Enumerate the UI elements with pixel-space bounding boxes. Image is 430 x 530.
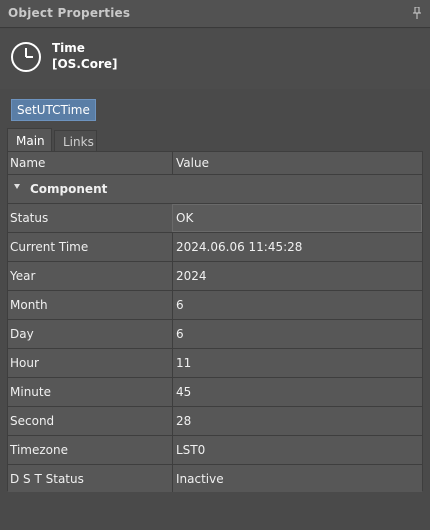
property-row-current-time[interactable]: Current Time 2024.06.06 11:45:28: [8, 233, 422, 262]
property-name: Month: [10, 298, 48, 312]
property-value: 11: [176, 356, 192, 370]
property-row-dst-status[interactable]: D S T Status Inactive: [8, 465, 422, 494]
property-value-cell[interactable]: [172, 262, 422, 290]
property-row-month[interactable]: Month 6: [8, 291, 422, 320]
property-row-year[interactable]: Year 2024: [8, 262, 422, 291]
property-value-cell[interactable]: [172, 291, 422, 319]
clock-icon: [11, 42, 41, 72]
property-grid: Name Value Component Status OK Current T…: [7, 151, 423, 494]
property-row-second[interactable]: Second 28: [8, 407, 422, 436]
property-value: 6: [176, 298, 184, 312]
property-name: Second: [10, 414, 55, 428]
property-name: Current Time: [10, 240, 89, 254]
property-value: 28: [176, 414, 192, 428]
property-value: 2024.06.06 11:45:28: [176, 240, 303, 254]
panel-title: Object Properties: [8, 6, 131, 20]
property-value: OK: [176, 211, 194, 225]
property-value-cell[interactable]: [172, 204, 422, 232]
panel-footer-area: [0, 492, 430, 530]
tab-links[interactable]: Links: [54, 130, 97, 152]
object-name: Time: [52, 41, 85, 55]
column-header-value[interactable]: Value: [176, 156, 209, 170]
column-divider[interactable]: [172, 152, 173, 175]
property-value: LST0: [176, 443, 206, 457]
panel-title-bar: Object Properties: [0, 0, 430, 28]
property-name: Hour: [10, 356, 39, 370]
property-row-day[interactable]: Day 6: [8, 320, 422, 349]
property-name: D S T Status: [10, 472, 84, 486]
property-value: 6: [176, 327, 184, 341]
property-row-hour[interactable]: Hour 11: [8, 349, 422, 378]
property-row-timezone[interactable]: Timezone LST0: [8, 436, 422, 465]
property-value-cell[interactable]: [172, 436, 422, 464]
column-header-name[interactable]: Name: [10, 156, 45, 170]
property-row-minute[interactable]: Minute 45: [8, 378, 422, 407]
object-type: [OS.Core]: [52, 57, 118, 71]
tab-main[interactable]: Main: [7, 128, 52, 152]
property-name: Day: [10, 327, 34, 341]
group-component[interactable]: Component: [8, 175, 422, 204]
property-name: Timezone: [10, 443, 68, 457]
property-name: Status: [10, 211, 49, 225]
set-utc-time-button[interactable]: SetUTCTime: [11, 99, 96, 121]
property-value-cell[interactable]: [172, 407, 422, 435]
group-label: Component: [30, 182, 108, 196]
property-value-cell[interactable]: [172, 378, 422, 406]
property-row-status[interactable]: Status OK: [8, 204, 422, 233]
property-name: Year: [10, 269, 36, 283]
expand-arrow-icon[interactable]: [14, 184, 20, 189]
property-name: Minute: [10, 385, 51, 399]
pin-icon[interactable]: [412, 7, 422, 19]
property-value: 2024: [176, 269, 207, 283]
object-header: Time [OS.Core]: [0, 29, 430, 89]
property-value: Inactive: [176, 472, 224, 486]
property-value-cell[interactable]: [172, 320, 422, 348]
property-value-cell[interactable]: [172, 349, 422, 377]
property-value: 45: [176, 385, 192, 399]
grid-header: Name Value: [8, 152, 422, 175]
